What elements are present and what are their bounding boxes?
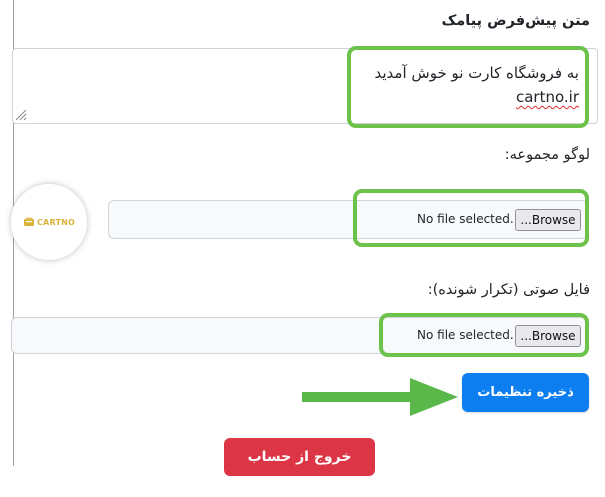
audio-label: فایل صوتی (تکرار شونده):	[427, 282, 590, 298]
save-settings-button[interactable]: ذخیره تنظیمات	[462, 373, 589, 412]
logo-brand-text: CARTNO	[36, 217, 76, 227]
sms-text-label: متن پیش‌فرض پیامک	[441, 13, 590, 29]
green-arrow-icon	[302, 378, 458, 416]
highlight-logo-file	[353, 189, 589, 247]
logout-button[interactable]: خروج از حساب	[224, 438, 375, 476]
logo-preview: CARTNO	[10, 183, 88, 261]
resize-grip-icon[interactable]	[15, 109, 27, 121]
highlight-audio-file	[379, 313, 589, 357]
logo-label: لوگو مجموعه:	[504, 147, 590, 163]
cartno-logo-icon	[23, 217, 34, 226]
highlight-sms-text	[347, 46, 589, 128]
